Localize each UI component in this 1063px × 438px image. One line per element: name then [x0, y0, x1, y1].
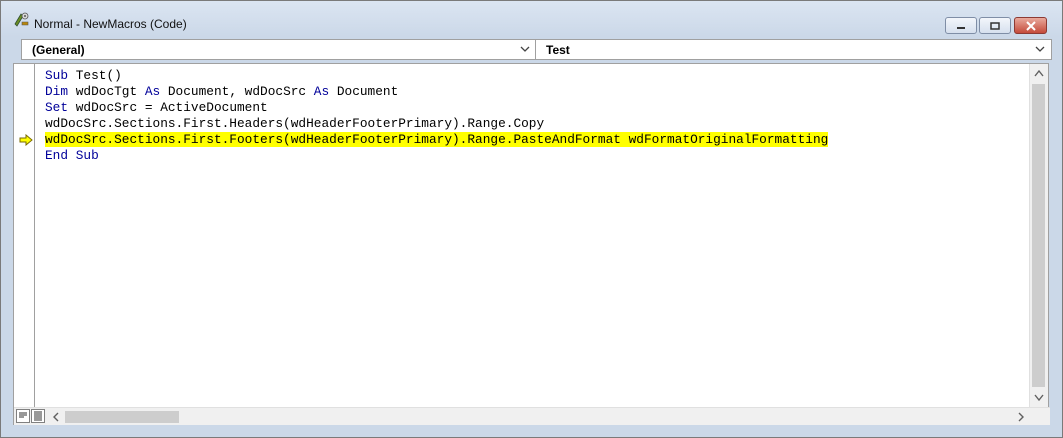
vertical-scroll-thumb[interactable] [1032, 84, 1045, 387]
margin-indicator-bar[interactable] [14, 64, 35, 407]
chevron-down-icon [1035, 46, 1045, 52]
object-dropdown[interactable]: (General) [21, 39, 537, 60]
code-editor[interactable]: Sub Test() Dim wdDocTgt As Document, wdDo… [45, 68, 829, 164]
code-keyword: Sub [45, 68, 69, 83]
close-button[interactable] [1014, 17, 1047, 34]
scroll-right-arrow-icon[interactable] [1017, 412, 1025, 422]
window-title: Normal - NewMacros (Code) [34, 17, 187, 31]
code-token: wdDocTgt [68, 84, 145, 99]
code-token: Document [329, 84, 399, 99]
procedure-dropdown-value: Test [546, 43, 570, 57]
code-keyword: As [144, 84, 161, 99]
procedure-dropdown[interactable]: Test [535, 39, 1052, 60]
chevron-down-icon [520, 46, 530, 52]
vba-macro-icon [13, 11, 31, 27]
procedure-view-button[interactable] [16, 409, 30, 423]
close-icon [1025, 20, 1036, 31]
execution-highlight: wdDocSrc.Sections.First.Footers(wdHeader… [45, 132, 829, 147]
execution-point-arrow-icon [19, 134, 33, 146]
scroll-up-arrow-icon[interactable] [1034, 70, 1044, 77]
code-window: Normal - NewMacros (Code) (General) Test [0, 0, 1063, 438]
minimize-button[interactable] [945, 17, 977, 34]
horizontal-scrollbar[interactable] [14, 407, 1050, 425]
code-token: Test() [68, 68, 122, 83]
code-token: wdDocSrc.Sections.First.Headers(wdHeader… [45, 116, 545, 131]
minimize-icon [957, 26, 965, 29]
restore-icon [990, 21, 1000, 30]
code-token: wdDocSrc.Sections.First.Footers(wdHeader… [45, 132, 829, 147]
code-keyword: Set [45, 100, 69, 115]
restore-button[interactable] [979, 17, 1011, 34]
code-line[interactable]: wdDocSrc.Sections.First.Footers(wdHeader… [45, 132, 829, 148]
vertical-scrollbar[interactable] [1029, 64, 1048, 407]
scroll-down-arrow-icon[interactable] [1034, 394, 1044, 401]
code-line[interactable]: Dim wdDocTgt As Document, wdDocSrc As Do… [45, 84, 828, 100]
code-keyword: As [313, 84, 330, 99]
full-module-view-icon [34, 411, 42, 421]
code-line[interactable]: End Sub [45, 148, 828, 164]
title-bar[interactable]: Normal - NewMacros (Code) [1, 1, 1062, 37]
code-line[interactable]: Set wdDocSrc = ActiveDocument [45, 100, 828, 116]
code-keyword: End Sub [45, 148, 99, 163]
object-dropdown-value: (General) [32, 43, 85, 57]
code-token: wdDocSrc = ActiveDocument [68, 100, 268, 115]
code-line[interactable]: Sub Test() [45, 68, 828, 84]
horizontal-scroll-thumb[interactable] [65, 411, 179, 423]
code-keyword: Dim [45, 84, 69, 99]
code-dropdowns: (General) Test [13, 38, 1052, 61]
code-line[interactable]: wdDocSrc.Sections.First.Headers(wdHeader… [45, 116, 828, 132]
procedure-view-icon [19, 412, 27, 418]
scroll-left-arrow-icon[interactable] [52, 412, 60, 422]
code-token: Document, wdDocSrc [160, 84, 314, 99]
code-pane[interactable]: Sub Test() Dim wdDocTgt As Document, wdDo… [13, 63, 1050, 425]
full-module-view-button[interactable] [31, 409, 45, 423]
